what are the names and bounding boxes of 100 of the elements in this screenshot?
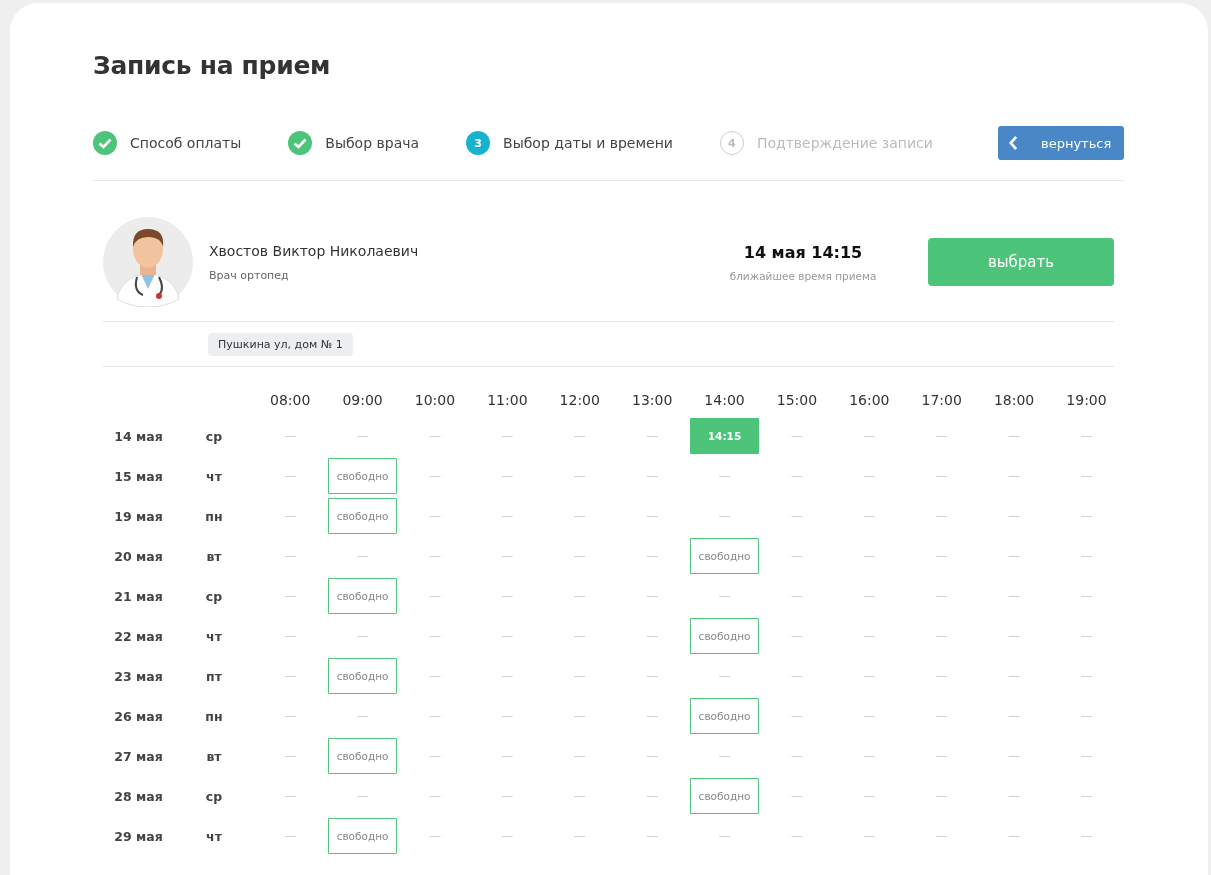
empty-slot-mark: — [284, 429, 297, 443]
empty-slot-mark: — [1080, 429, 1093, 443]
doctor-name: Хвостов Виктор Николаевич [209, 242, 420, 259]
empty-slot-mark: — [1080, 629, 1093, 643]
empty-slot-mark: — [863, 789, 876, 803]
empty-slot-mark: — [935, 709, 948, 723]
hour-header: 08:00 [269, 390, 312, 410]
weekday-cell-text: ср [204, 427, 224, 446]
hour-header: 18:00 [992, 390, 1036, 410]
empty-slot-mark: — [790, 789, 803, 803]
hour-header: 09:00 [341, 390, 384, 410]
weekday-cell-text: ср [204, 587, 224, 606]
empty-slot-mark: — [501, 429, 514, 443]
empty-slot-mark: — [573, 749, 586, 763]
empty-slot-mark: — [863, 709, 876, 723]
empty-slot-mark: — [1008, 829, 1021, 843]
hour-header: 10:00 [413, 390, 457, 410]
empty-slot-mark: — [501, 509, 514, 523]
empty-slot-mark: — [1080, 469, 1093, 483]
date-cell-text: 21 мая [113, 587, 164, 606]
empty-slot-mark: — [428, 469, 441, 483]
empty-slot-mark: — [284, 789, 297, 803]
empty-slot-mark: — [935, 549, 948, 563]
empty-slot-mark: — [718, 469, 731, 483]
empty-slot-mark: — [284, 829, 297, 843]
empty-slot-mark: — [1080, 749, 1093, 763]
empty-slot-mark: — [501, 709, 514, 723]
empty-slot-mark: — [284, 629, 297, 643]
empty-slot-mark: — [501, 829, 514, 843]
back-button[interactable]: вернуться [998, 126, 1124, 160]
empty-slot-mark: — [1008, 429, 1021, 443]
hour-header: 13:00 [630, 390, 674, 410]
empty-slot-mark: — [356, 629, 369, 643]
date-cell-text: 28 мая [113, 787, 164, 806]
empty-slot-mark: — [863, 509, 876, 523]
empty-slot-mark: — [646, 829, 659, 843]
empty-slot-mark: — [284, 589, 297, 603]
empty-slot-mark: — [1008, 549, 1021, 563]
time-slot[interactable]: свободно [328, 658, 398, 694]
nearest-time: 14 мая 14:15 [742, 242, 864, 262]
time-slot[interactable]: свободно [328, 738, 398, 774]
empty-slot-mark: — [501, 669, 514, 683]
time-slot[interactable]: свободно [328, 458, 398, 494]
empty-slot-mark: — [863, 549, 876, 563]
empty-slot-mark: — [501, 589, 514, 603]
empty-slot-mark: — [1008, 469, 1021, 483]
time-slot[interactable]: свободно [690, 778, 760, 814]
empty-slot-mark: — [1080, 709, 1093, 723]
empty-slot-mark: — [573, 629, 586, 643]
empty-slot-mark: — [935, 749, 948, 763]
empty-slot-mark: — [501, 629, 514, 643]
empty-slot-mark: — [573, 429, 586, 443]
date-cell-text: 19 мая [113, 507, 164, 526]
empty-slot-mark: — [790, 469, 803, 483]
time-slot[interactable]: свободно [690, 538, 760, 574]
empty-slot-mark: — [646, 629, 659, 643]
empty-slot-mark: — [1080, 509, 1093, 523]
time-slot[interactable]: свободно [690, 698, 760, 734]
step-label: Выбор врача [325, 135, 420, 151]
empty-slot-mark: — [428, 789, 441, 803]
weekday-cell-text: ср [204, 787, 224, 806]
empty-slot-mark: — [863, 629, 876, 643]
empty-slot-mark: — [863, 469, 876, 483]
page-title: Запись на прием [93, 51, 332, 80]
hour-header: 11:00 [486, 390, 529, 410]
empty-slot-mark: — [790, 709, 803, 723]
check-icon [93, 131, 117, 155]
empty-slot-mark: — [501, 749, 514, 763]
empty-slot-mark: — [718, 589, 731, 603]
time-slot[interactable]: свободно [690, 618, 760, 654]
empty-slot-mark: — [935, 669, 948, 683]
empty-slot-mark: — [935, 429, 948, 443]
select-button[interactable]: выбрать [928, 238, 1114, 286]
empty-slot-mark: — [935, 789, 948, 803]
empty-slot-mark: — [573, 549, 586, 563]
empty-slot-mark: — [646, 709, 659, 723]
empty-slot-mark: — [573, 509, 586, 523]
empty-slot-mark: — [790, 829, 803, 843]
empty-slot-mark: — [284, 669, 297, 683]
empty-slot-mark: — [790, 589, 803, 603]
empty-slot-mark: — [284, 549, 297, 563]
empty-slot-mark: — [428, 749, 441, 763]
hour-header: 17:00 [920, 390, 963, 410]
hour-header: 14:00 [703, 390, 746, 410]
time-slot[interactable]: свободно [328, 818, 398, 854]
empty-slot-mark: — [284, 749, 297, 763]
date-cell-text: 27 мая [113, 747, 164, 766]
empty-slot-mark: — [1008, 509, 1021, 523]
time-slot[interactable]: 14:15 [690, 418, 760, 454]
time-slot[interactable]: свободно [328, 498, 398, 534]
weekday-cell-text: вт [205, 547, 223, 566]
weekday-cell-text: пт [205, 667, 223, 686]
empty-slot-mark: — [428, 829, 441, 843]
empty-slot-mark: — [646, 669, 659, 683]
date-cell-text: 20 мая [113, 547, 164, 566]
empty-slot-mark: — [790, 509, 803, 523]
time-slot[interactable]: свободно [328, 578, 398, 614]
empty-slot-mark: — [646, 509, 659, 523]
weekday-cell-text: пн [204, 707, 224, 726]
empty-slot-mark: — [1008, 589, 1021, 603]
